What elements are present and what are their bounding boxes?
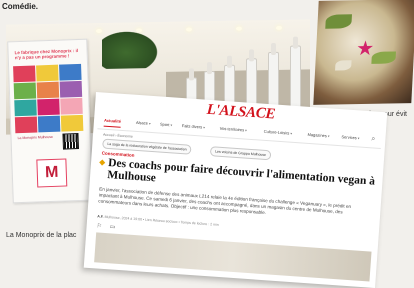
breadcrumb[interactable]: Accueil › Économie: [103, 133, 133, 139]
ceiling-light: [276, 25, 282, 30]
nav-item-sport[interactable]: Sport▾: [160, 122, 173, 128]
nav-item-services[interactable]: Services▾: [341, 134, 359, 140]
plant: [102, 27, 162, 69]
leaf: [335, 60, 352, 71]
chevron-down-icon: ▾: [244, 128, 248, 133]
banner-tile: [37, 98, 60, 116]
banner-tile: [14, 116, 38, 134]
article-photo: [94, 232, 372, 282]
star-icon: ★: [355, 37, 375, 61]
banner-text: La Monoprix Mulhouse: [17, 134, 54, 141]
banner-tile: [36, 64, 59, 82]
chevron-down-icon: ▾: [290, 131, 293, 136]
nav-label: Magazines: [307, 131, 328, 139]
article-screen: L'ALSACE Actualité Alsace▾ Sport▾ Faits …: [83, 92, 388, 288]
nav-item-culture[interactable]: Culture-Loisirs▾: [263, 129, 292, 136]
banner-tile: [60, 114, 84, 132]
nav-label: Faits divers: [181, 123, 203, 130]
chevron-down-icon: ▾: [327, 134, 330, 139]
banner-tile: [14, 99, 37, 117]
top-caption: Comédie.: [2, 2, 39, 11]
qr-code-icon: [62, 133, 79, 150]
nav-label: Culture-Loisirs: [263, 128, 290, 136]
nav-label: Alsace: [135, 119, 149, 126]
nav-label: Services: [341, 134, 357, 141]
banner-tile: [59, 63, 82, 81]
monoprix-logo: M: [36, 158, 68, 188]
tag-pill[interactable]: Les voisins de Grappa Mulhouse: [209, 146, 272, 161]
search-icon[interactable]: ⌕: [371, 135, 380, 144]
nav-item-faits-divers[interactable]: Faits divers▾: [182, 123, 206, 130]
nav-item-actualite[interactable]: Actualité: [104, 118, 121, 124]
banner-tile: [36, 81, 60, 99]
banner-tile: [13, 82, 37, 100]
banner-heading: Le fabrique chez Monoprix : il n'y a pas…: [14, 47, 79, 61]
chevron-down-icon: ▾: [357, 136, 360, 141]
leaf: [371, 51, 396, 64]
article-author: A.F.: [97, 214, 104, 219]
photo-caption: La Monoprix de la plac: [6, 232, 77, 239]
salad-photo: ★: [313, 0, 414, 105]
chevron-down-icon: ▾: [170, 123, 173, 128]
nav-label: Vos territoires: [219, 125, 245, 133]
article-actions: ⚐ ▭: [96, 222, 121, 231]
banner-color-grid: [13, 63, 84, 134]
chevron-down-icon: ▾: [203, 125, 206, 130]
leaf: [325, 14, 352, 29]
ceiling-light: [236, 26, 242, 31]
banner-tile: [37, 115, 61, 133]
bookmark-icon[interactable]: ⚐: [96, 223, 102, 229]
nav-label: Sport: [159, 121, 170, 128]
article-meta-text: Mulhouse, 2024 à 19:00 • Lien Réseau soc…: [104, 214, 219, 227]
nav-item-magazines[interactable]: Magazines▾: [307, 132, 329, 139]
rollup-banner: Le fabrique chez Monoprix : il n'y a pas…: [7, 38, 93, 204]
ceiling-light: [186, 27, 192, 32]
nav-label: Actualité: [103, 117, 122, 124]
star-icon: ◆: [98, 157, 106, 167]
nav-item-alsace[interactable]: Alsace▾: [136, 120, 151, 126]
chevron-down-icon: ▾: [148, 121, 151, 126]
banner-tile: [60, 97, 83, 115]
banner-tile: [13, 65, 36, 83]
banner-tile: [59, 80, 83, 98]
nav-item-territoires[interactable]: Vos territoires▾: [220, 126, 248, 133]
comment-icon[interactable]: ▭: [109, 224, 115, 230]
